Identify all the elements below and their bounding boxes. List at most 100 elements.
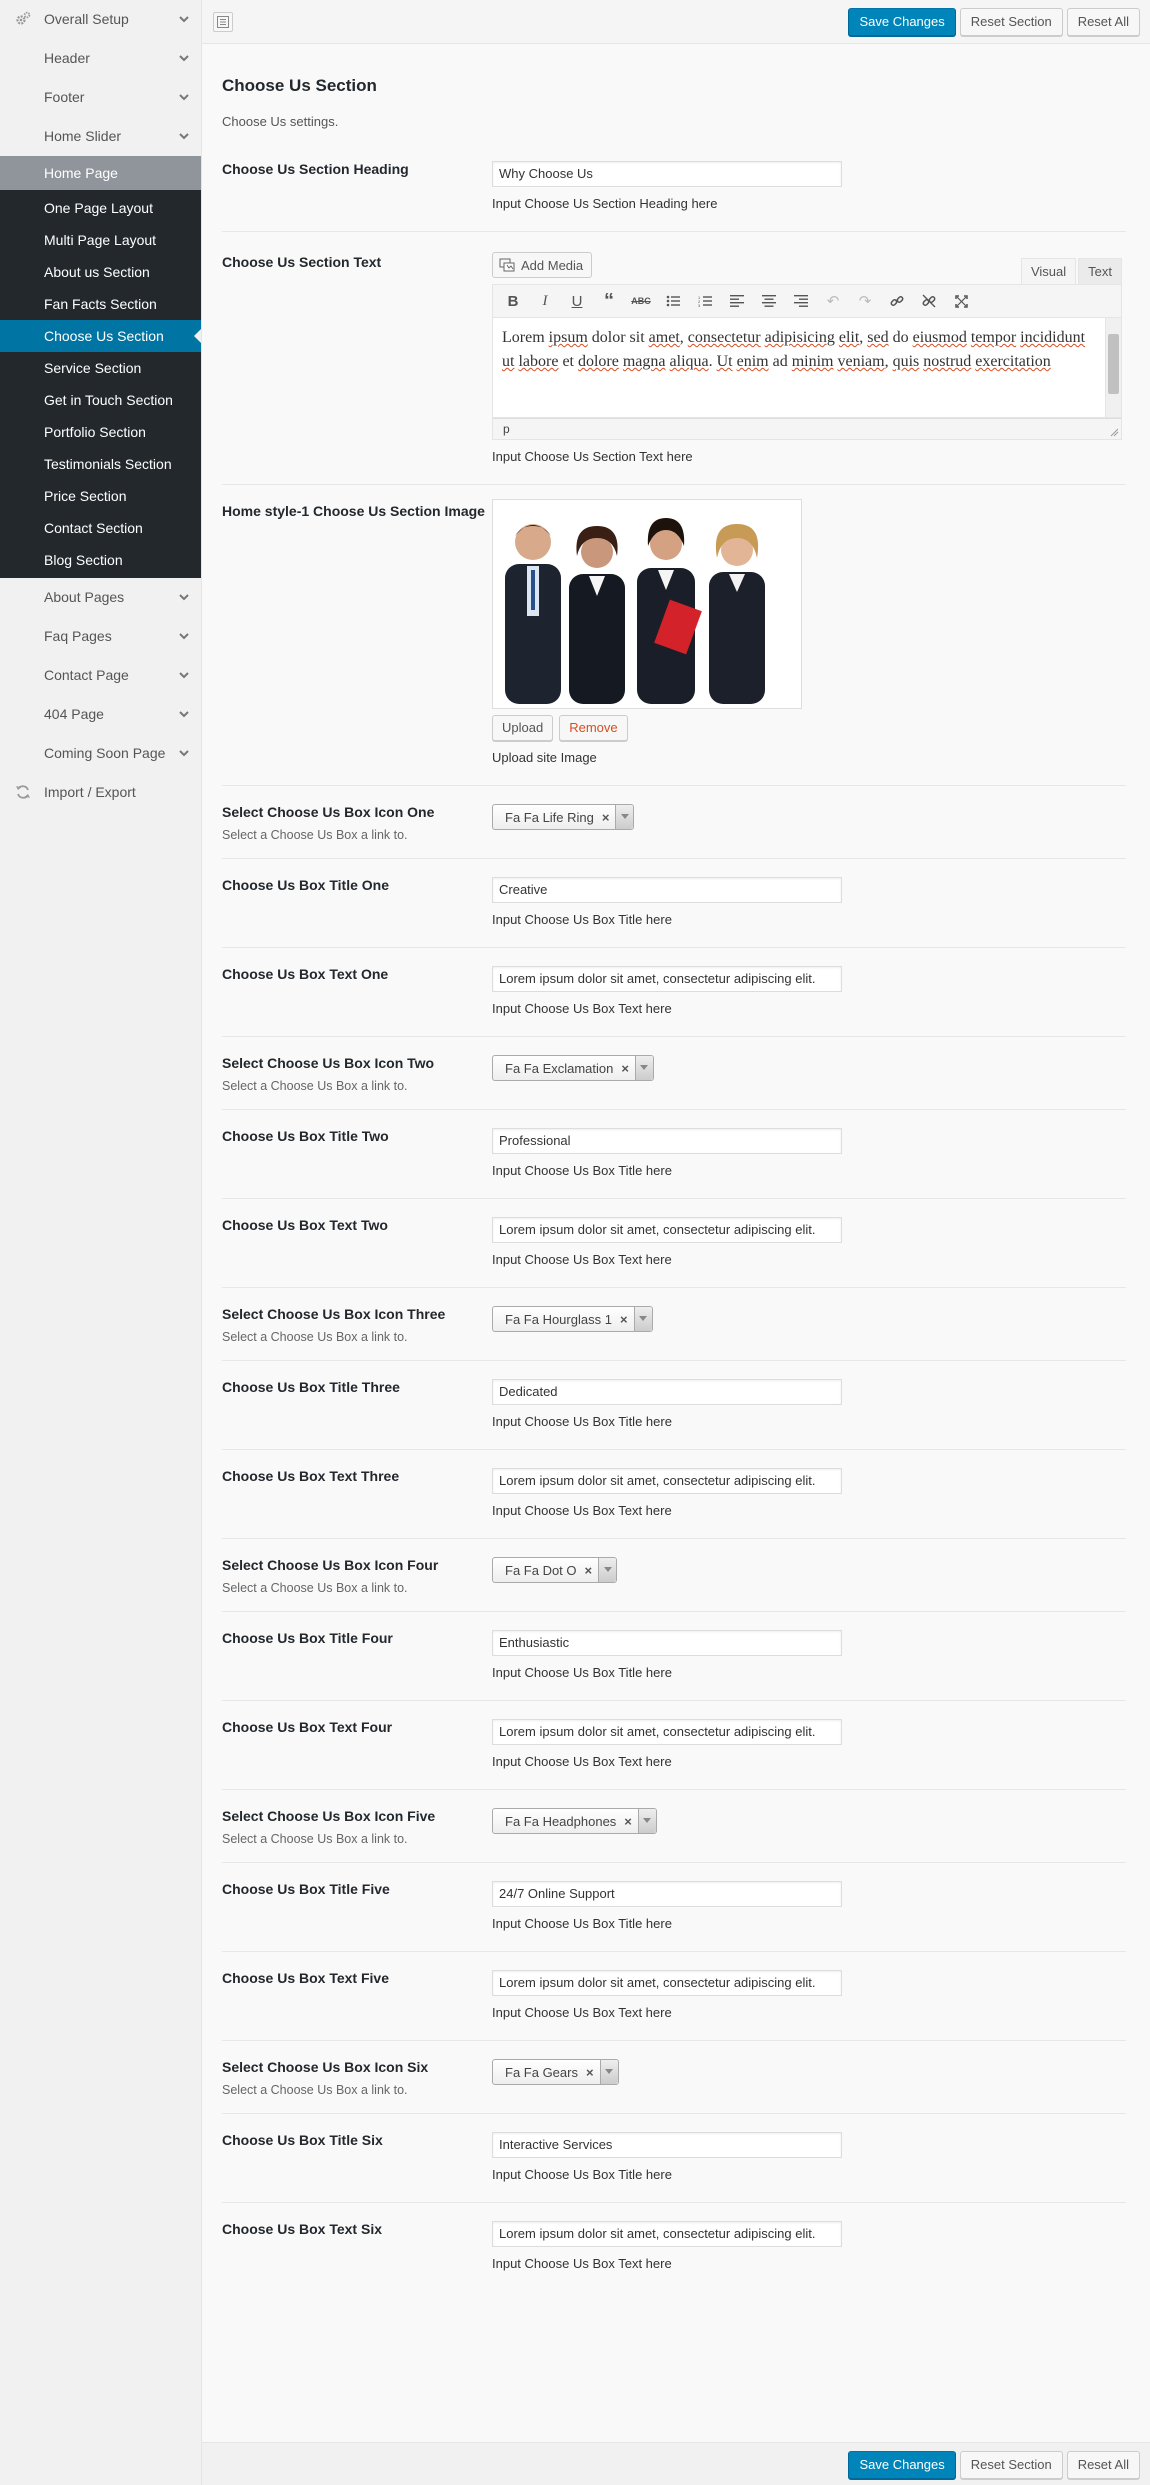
box-text-input[interactable]: Lorem ipsum dolor sit amet, consectetur …	[492, 1217, 842, 1243]
clear-selection-icon[interactable]: ×	[586, 2065, 594, 2080]
icon-select[interactable]: Fa Fa Headphones ×	[492, 1808, 657, 1834]
field-subtitle: Select a Choose Us Box a link to.	[222, 828, 408, 842]
clear-selection-icon[interactable]: ×	[621, 1061, 629, 1076]
box-title-input[interactable]: 24/7 Online Support	[492, 1881, 842, 1907]
editor-content-area[interactable]: Lorem ipsum dolor sit amet, consectetur …	[492, 318, 1122, 418]
undo-icon[interactable]: ↶	[819, 287, 847, 315]
icon-select[interactable]: Fa Fa Gears ×	[492, 2059, 619, 2085]
align-left-icon[interactable]	[723, 287, 751, 315]
chevron-down-icon	[177, 129, 191, 143]
sidebar-item-header[interactable]: Header	[0, 39, 201, 78]
sidebar-item-label: Footer	[44, 89, 85, 105]
clear-selection-icon[interactable]: ×	[624, 1814, 632, 1829]
icon-select[interactable]: Fa Fa Hourglass 1 ×	[492, 1306, 653, 1332]
box-title-field-row: Choose Us Box Title One Creative Input Cho…	[222, 859, 1126, 948]
sidebar-item-label: Home Slider	[44, 128, 122, 144]
sidebar-item-contact-page[interactable]: Contact Page	[0, 656, 201, 695]
sidebar-subitem-multi-page-layout[interactable]: Multi Page Layout	[0, 224, 201, 256]
media-icon	[499, 258, 515, 272]
field-help: Input Choose Us Box Text here	[492, 1503, 672, 1518]
sidebar-subitem-price-section[interactable]: Price Section	[0, 480, 201, 512]
sidebar-item-about-pages[interactable]: About Pages	[0, 578, 201, 617]
bold-icon[interactable]: B	[499, 287, 527, 315]
box-title-input[interactable]: Dedicated	[492, 1379, 842, 1405]
align-right-icon[interactable]	[787, 287, 815, 315]
italic-icon[interactable]: I	[531, 287, 559, 315]
sidebar-item-404-page[interactable]: 404 Page	[0, 695, 201, 734]
sidebar-item-overall-setup[interactable]: Overall Setup	[0, 0, 201, 39]
reset-all-button[interactable]: Reset All	[1066, 8, 1140, 36]
align-center-icon[interactable]	[755, 287, 783, 315]
sidebar-item-faq-pages[interactable]: Faq Pages	[0, 617, 201, 656]
clear-selection-icon[interactable]: ×	[585, 1563, 593, 1578]
tab-visual[interactable]: Visual	[1020, 258, 1077, 284]
reset-all-button[interactable]: Reset All	[1066, 2451, 1140, 2479]
strikethrough-icon[interactable]: ABC	[627, 287, 655, 315]
upload-image-button[interactable]: Upload	[492, 715, 554, 741]
icon-select[interactable]: Fa Fa Dot O ×	[492, 1557, 618, 1583]
sidebar-subitem-fan-facts-section[interactable]: Fan Facts Section	[0, 288, 201, 320]
dropdown-arrow-icon[interactable]	[634, 1056, 653, 1080]
box-text-input[interactable]: Lorem ipsum dolor sit amet, consectetur …	[492, 1468, 842, 1494]
fullscreen-icon[interactable]	[947, 287, 975, 315]
save-changes-button[interactable]: Save Changes	[848, 8, 956, 36]
blockquote-icon[interactable]: “	[595, 287, 623, 315]
dropdown-arrow-icon[interactable]	[637, 1809, 656, 1833]
field-label: Home style-1 Choose Us Section Image	[222, 503, 485, 519]
numbered-list-icon[interactable]: 123	[691, 287, 719, 315]
box-title-input[interactable]: Interactive Services	[492, 2132, 842, 2158]
clear-selection-icon[interactable]: ×	[620, 1312, 628, 1327]
sidebar-subitem-choose-us-section[interactable]: Choose Us Section	[0, 320, 201, 352]
redo-icon[interactable]: ↷	[851, 287, 879, 315]
sidebar-subitem-about-us-section[interactable]: About us Section	[0, 256, 201, 288]
sidebar-subitem-get-in-touch-section[interactable]: Get in Touch Section	[0, 384, 201, 416]
box-text-input[interactable]: Lorem ipsum dolor sit amet, consectetur …	[492, 2221, 842, 2247]
sidebar-item-home-slider[interactable]: Home Slider	[0, 117, 201, 156]
field-help: Upload site Image	[492, 750, 597, 765]
editor-scrollbar[interactable]	[1105, 318, 1121, 417]
box-text-input[interactable]: Lorem ipsum dolor sit amet, consectetur …	[492, 1719, 842, 1745]
box-title-input[interactable]: Creative	[492, 877, 842, 903]
dropdown-arrow-icon[interactable]	[598, 1558, 617, 1582]
save-changes-button[interactable]: Save Changes	[848, 2451, 956, 2479]
unlink-icon[interactable]	[915, 287, 943, 315]
sidebar-subitem-one-page-layout[interactable]: One Page Layout	[0, 192, 201, 224]
heading-input[interactable]: Why Choose Us	[492, 161, 842, 187]
tab-text[interactable]: Text	[1078, 258, 1122, 284]
sidebar-item-label: Coming Soon Page	[44, 745, 166, 761]
reset-section-button[interactable]: Reset Section	[959, 8, 1063, 36]
insert-link-icon[interactable]	[883, 287, 911, 315]
reset-section-button[interactable]: Reset Section	[959, 2451, 1063, 2479]
chevron-down-icon	[177, 90, 191, 104]
sidebar-subitem-blog-section[interactable]: Blog Section	[0, 544, 201, 576]
sidebar-item-home-page[interactable]: Home Page	[0, 156, 201, 190]
box-text-field-row: Choose Us Box Text Five Lorem ipsum dolor…	[222, 1952, 1126, 2041]
refresh-icon	[14, 784, 32, 802]
sidebar-subitem-testimonials-section[interactable]: Testimonials Section	[0, 448, 201, 480]
box-text-input[interactable]: Lorem ipsum dolor sit amet, consectetur …	[492, 966, 842, 992]
box-title-input[interactable]: Professional	[492, 1128, 842, 1154]
sidebar-subitem-contact-section[interactable]: Contact Section	[0, 512, 201, 544]
dropdown-arrow-icon[interactable]	[599, 2060, 618, 2084]
bulleted-list-icon[interactable]	[659, 287, 687, 315]
icon-select[interactable]: Fa Fa Life Ring ×	[492, 804, 635, 830]
sidebar-subitem-service-section[interactable]: Service Section	[0, 352, 201, 384]
sidebar-subitem-portfolio-section[interactable]: Portfolio Section	[0, 416, 201, 448]
editor-toolbar: B I U “ ABC 123 ↶ ↷	[492, 284, 1122, 318]
sidebar-item-import-export[interactable]: Import / Export	[0, 773, 201, 812]
add-media-button[interactable]: Add Media	[492, 252, 593, 278]
sidebar-item-coming-soon-page[interactable]: Coming Soon Page	[0, 734, 201, 773]
field-help: Input Choose Us Box Text here	[492, 2005, 672, 2020]
field-label: Choose Us Box Title Five	[222, 1881, 390, 1897]
box-title-input[interactable]: Enthusiastic	[492, 1630, 842, 1656]
box-text-input[interactable]: Lorem ipsum dolor sit amet, consectetur …	[492, 1970, 842, 1996]
remove-image-button[interactable]: Remove	[559, 715, 628, 741]
icon-select[interactable]: Fa Fa Exclamation ×	[492, 1055, 654, 1081]
clear-selection-icon[interactable]: ×	[602, 810, 610, 825]
underline-icon[interactable]: U	[563, 287, 591, 315]
resize-handle-icon[interactable]	[1110, 428, 1119, 437]
dropdown-arrow-icon[interactable]	[633, 1307, 652, 1331]
sidebar-item-footer[interactable]: Footer	[0, 78, 201, 117]
dropdown-arrow-icon[interactable]	[615, 805, 634, 829]
expand-options-button[interactable]	[213, 12, 233, 32]
